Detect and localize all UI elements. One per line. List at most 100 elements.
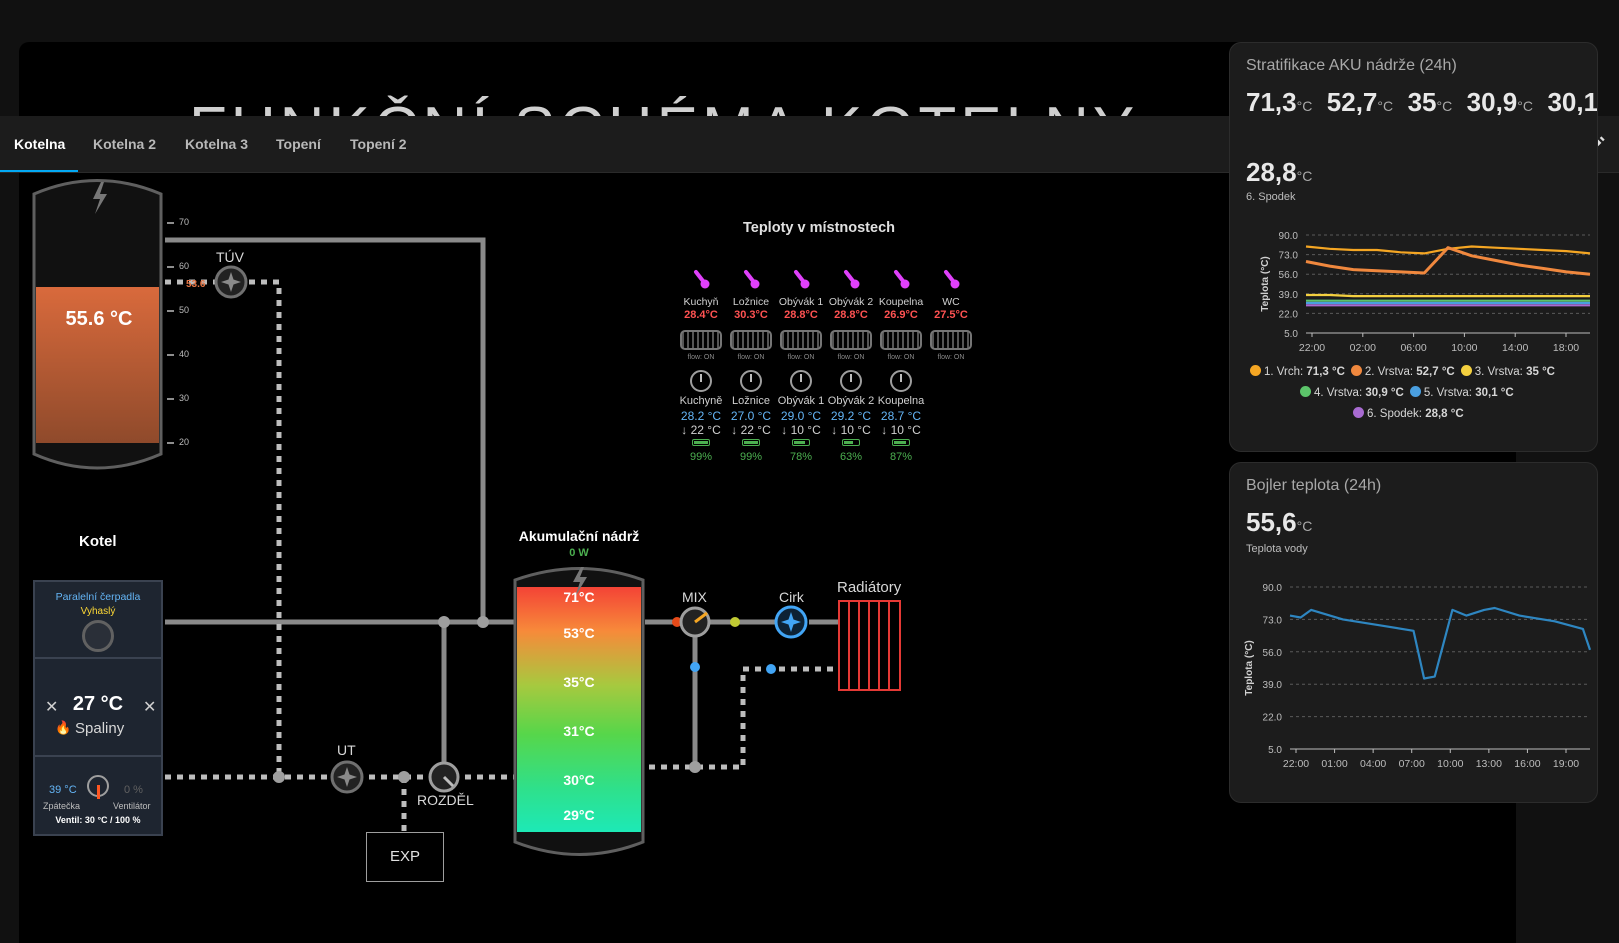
radiator-icon xyxy=(838,600,901,691)
return-temp: 39 °C xyxy=(49,784,77,796)
gauge-icon xyxy=(87,775,109,799)
cirk-label: Cirk xyxy=(779,589,804,605)
pump-title: Paralelní čerpadla xyxy=(55,591,141,603)
x-tick-label: 02:00 xyxy=(1350,342,1376,354)
thermostat-setpoint: ↓ 22 °C xyxy=(731,423,771,437)
radiator-valve-icon xyxy=(880,330,922,350)
y-tick-label: 56.0 xyxy=(1279,270,1299,281)
flue-temperature: 27 °C xyxy=(72,693,124,715)
thermostat-icon[interactable] xyxy=(690,370,712,392)
scale-tick-label: 40 xyxy=(179,349,190,359)
room-name: Koupelna xyxy=(878,296,924,308)
y-tick-label: 5.0 xyxy=(1268,745,1282,756)
legend-item[interactable]: 5. Vrstva: 30,1 °C xyxy=(1409,386,1514,399)
thermostat-name: Obývák 1 xyxy=(777,395,825,407)
flow-status: flow: ON xyxy=(737,354,765,361)
legend-dot-icon xyxy=(1353,407,1364,418)
scale-tick-label: 70 xyxy=(179,217,190,227)
card-title: Stratifikace AKU nádrže (24h) xyxy=(1246,57,1457,74)
room-temp: 26.9°C xyxy=(884,309,918,321)
thermometer-icon xyxy=(690,269,712,291)
strat-value: 71,3 xyxy=(1246,87,1297,117)
legend-dot-icon xyxy=(1300,386,1311,397)
fan-label: Ventilátor xyxy=(113,801,151,811)
series-line xyxy=(1306,293,1590,298)
layer-temp: 53°C xyxy=(563,625,595,641)
thermostat-icon[interactable] xyxy=(790,370,812,392)
y-tick-label: 73.0 xyxy=(1263,615,1283,626)
bojler-subtitle: Teplota vody xyxy=(1246,543,1308,555)
bojler-card[interactable]: Bojler teplota (24h) 55,6°C Teplota vody… xyxy=(1229,462,1598,803)
strat-subtitle: 6. Spodek xyxy=(1246,191,1296,203)
legend-item[interactable]: 4. Vrstva: 30,9 °C xyxy=(1300,386,1404,399)
flame-icon: 🔥 xyxy=(55,720,72,735)
strat-value: 28,8 xyxy=(1246,157,1297,187)
y-tick-label: 56.0 xyxy=(1263,648,1283,659)
thermostat-icon[interactable] xyxy=(740,370,762,392)
legend-dot-icon xyxy=(1350,365,1362,376)
rozdel-label: ROZDĚL xyxy=(417,792,474,808)
thermostat-current: 29.2 °C xyxy=(830,409,872,423)
dashboard-screen: FUNKČNÍ SCHÉMA KOTELNY xyxy=(0,0,1619,943)
x-tick-label: 10:00 xyxy=(1451,342,1477,354)
rozdel-valve xyxy=(428,761,460,793)
stratification-chart: 90.0 73.0 56.0 39.0 22.0 5.022:00 02:00 06:00 10… xyxy=(1260,231,1591,354)
tab-kotelna-3[interactable]: Kotelna 3 xyxy=(185,116,248,173)
x-tick-label: 01:00 xyxy=(1321,758,1347,770)
legend-item[interactable]: 1. Vrch: 71,3 °C xyxy=(1250,365,1345,378)
scale-tick-label: 60 xyxy=(179,261,190,271)
pump-status: Vyhaslý xyxy=(80,606,116,617)
ut-label: UT xyxy=(337,742,356,758)
sensor-dot-blue xyxy=(766,664,776,674)
legend-item[interactable]: 2. Vrstva: 52,7 °C xyxy=(1350,365,1455,378)
exp-box: EXP xyxy=(366,832,444,882)
y-tick-label: 22.0 xyxy=(1279,309,1299,320)
thermostat-current: 28.2 °C xyxy=(680,409,722,423)
junction-dot xyxy=(438,616,450,628)
radiator-valve-icon xyxy=(930,330,972,350)
ut-pump xyxy=(330,760,364,794)
radiator-valve-icon xyxy=(730,330,772,350)
thermostat-icon[interactable] xyxy=(890,370,912,392)
thermostat-current: 29.0 °C xyxy=(780,409,822,423)
room-temp: 27.5°C xyxy=(934,309,968,321)
mix-valve xyxy=(679,606,711,638)
room-name: Obývák 1 xyxy=(778,296,824,308)
thermostat-setpoint: ↓ 22 °C xyxy=(681,423,721,437)
junction-dot xyxy=(398,771,410,783)
thermostat-current: 28.7 °C xyxy=(880,409,922,423)
legend-row: 4. Vrstva: 30,9 °C 5. Vrstva: 30,1 °C xyxy=(1300,386,1520,399)
flow-status: flow: ON xyxy=(787,354,815,361)
thermometer-icon xyxy=(740,269,762,291)
room-temp: 28.8°C xyxy=(834,309,868,321)
x-tick-label: 10:00 xyxy=(1437,758,1463,770)
thermostat-icon[interactable] xyxy=(840,370,862,392)
bojler-value-wrap: 55,6°C xyxy=(1246,507,1313,537)
accumulator-power: 0 W xyxy=(569,547,589,559)
y-tick-label: 5.0 xyxy=(1284,329,1298,340)
legend-dot-icon xyxy=(1460,365,1472,376)
strat-value: 52,7 xyxy=(1326,87,1378,117)
y-tick-label: 73.0 xyxy=(1279,251,1299,262)
strat-value: 30,1 xyxy=(1547,87,1598,117)
x-tick-label: 07:00 xyxy=(1399,758,1425,770)
tab-topeni-2[interactable]: Topení 2 xyxy=(350,116,407,173)
thermometer-icon xyxy=(940,269,962,291)
accumulator-title: Akumulační nádrž xyxy=(518,528,640,544)
junction-dot xyxy=(477,616,489,628)
tab-kotelna-2[interactable]: Kotelna 2 xyxy=(93,116,156,173)
legend-dot-icon xyxy=(1250,365,1261,376)
legend-item[interactable]: 3. Vrstva: 35 °C xyxy=(1460,365,1555,378)
tab-kotelna[interactable]: Kotelna xyxy=(14,116,65,173)
tab-topeni[interactable]: Topení xyxy=(276,116,321,173)
legend-row: 1. Vrch: 71,3 °C 2. Vrstva: 52,7 °C 3. Vrs… xyxy=(1250,365,1561,378)
bojler-chart: 90.0 73.0 56.0 39.0 22.0 5.022:00 01:00 04:00 07… xyxy=(1244,583,1592,770)
room-temp: 30.3°C xyxy=(734,309,768,321)
flow-status: flow: ON xyxy=(887,354,915,361)
thermostat-current: 27.0 °C xyxy=(730,409,772,423)
pump-fan-icon[interactable] xyxy=(82,620,114,652)
legend-item[interactable]: 6. Spodek: 28,8 °C xyxy=(1353,407,1464,420)
x-tick-label: 22:00 xyxy=(1299,342,1325,354)
stratification-card[interactable]: Stratifikace AKU nádrže (24h) 71,3°C 52,… xyxy=(1229,42,1598,452)
y-tick-label: 90.0 xyxy=(1263,583,1283,594)
